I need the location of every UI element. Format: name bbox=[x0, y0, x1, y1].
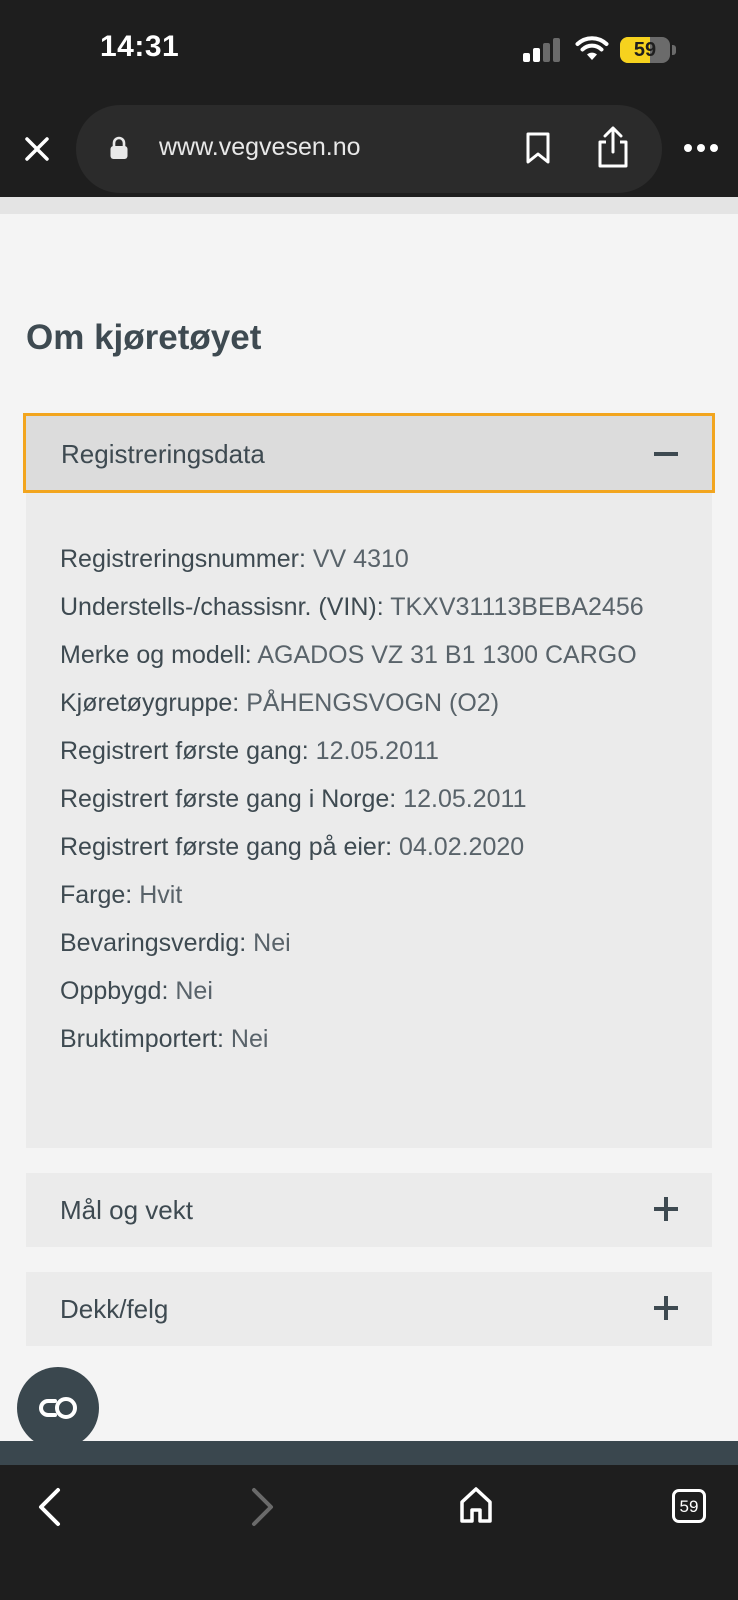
info-row: Understells-/chassisnr. (VIN): TKXV31113… bbox=[60, 593, 644, 622]
row-key: Registrert første gang: bbox=[60, 737, 309, 765]
clock: 14:31 bbox=[100, 30, 180, 63]
back-arrow-icon[interactable] bbox=[34, 1485, 64, 1529]
page-title: Om kjøretøyet bbox=[26, 318, 262, 357]
bookmark-icon[interactable] bbox=[524, 131, 552, 165]
row-key: Bevaringsverdig: bbox=[60, 929, 247, 957]
row-value: PÅHENGSVOGN (O2) bbox=[246, 689, 500, 717]
row-value: Nei bbox=[253, 929, 291, 957]
row-value: AGADOS VZ 31 B1 1300 CARGO bbox=[257, 641, 637, 669]
info-row: Farge: Hvit bbox=[60, 881, 182, 910]
address-bar[interactable]: www.vegvesen.no bbox=[76, 105, 662, 193]
info-row: Registrert første gang: 12.05.2011 bbox=[60, 737, 439, 766]
info-row: Merke og modell: AGADOS VZ 31 B1 1300 CA… bbox=[60, 641, 637, 670]
row-value: TKXV31113BEBA2456 bbox=[390, 593, 644, 621]
row-key: Registrert første gang på eier: bbox=[60, 833, 393, 861]
info-row: Registrert første gang på eier: 04.02.20… bbox=[60, 833, 524, 862]
row-value: 12.05.2011 bbox=[403, 785, 527, 813]
row-key: Merke og modell: bbox=[60, 641, 252, 669]
accordion-label: Dekk/felg bbox=[60, 1294, 169, 1324]
cellular-signal-icon bbox=[523, 38, 561, 62]
info-row: Kjøretøygruppe: PÅHENGSVOGN (O2) bbox=[60, 689, 499, 718]
info-row: Registreringsnummer: VV 4310 bbox=[60, 545, 409, 574]
browser-toolbar: www.vegvesen.no bbox=[0, 100, 738, 197]
row-key: Bruktimportert: bbox=[60, 1025, 224, 1053]
url-text: www.vegvesen.no bbox=[159, 133, 361, 161]
close-icon[interactable] bbox=[18, 130, 56, 168]
battery-level: 59 bbox=[633, 39, 657, 61]
row-value: Hvit bbox=[139, 881, 183, 909]
info-row: Bevaringsverdig: Nei bbox=[60, 929, 291, 958]
accordion-registreringsdata-body: Registreringsnummer: VV 4310 Understells… bbox=[26, 493, 712, 1148]
info-row: Bruktimportert: Nei bbox=[60, 1025, 268, 1054]
share-icon[interactable] bbox=[595, 125, 631, 169]
page-footer-strip bbox=[0, 1441, 738, 1465]
plus-icon bbox=[654, 1197, 678, 1221]
row-value: VV 4310 bbox=[312, 545, 409, 573]
tabs-icon[interactable]: 59 bbox=[672, 1489, 706, 1523]
row-key: Oppbygd: bbox=[60, 977, 169, 1005]
accordion-registreringsdata-header[interactable]: Registreringsdata bbox=[23, 413, 715, 493]
accordion-label: Mål og vekt bbox=[60, 1195, 193, 1225]
row-key: Registrert første gang i Norge: bbox=[60, 785, 397, 813]
more-icon[interactable] bbox=[684, 144, 718, 154]
lock-icon bbox=[110, 136, 128, 159]
battery-tip bbox=[672, 45, 676, 55]
row-key: Kjøretøygruppe: bbox=[60, 689, 240, 717]
accordion-label: Registreringsdata bbox=[61, 439, 265, 469]
status-bar: 14:31 59 bbox=[0, 0, 738, 100]
browser-bottom-nav: 59 bbox=[0, 1465, 738, 1600]
accordion-dekk-felg-header[interactable]: Dekk/felg bbox=[26, 1272, 712, 1346]
page-top-strip bbox=[0, 197, 738, 214]
accordion-maal-og-vekt-header[interactable]: Mål og vekt bbox=[26, 1173, 712, 1247]
info-row: Oppbygd: Nei bbox=[60, 977, 213, 1006]
row-value: 12.05.2011 bbox=[315, 737, 439, 765]
plus-icon bbox=[654, 1296, 678, 1320]
row-value: Nei bbox=[175, 977, 213, 1005]
row-key: Registreringsnummer: bbox=[60, 545, 306, 573]
row-key: Farge: bbox=[60, 881, 133, 909]
battery-icon: 59 bbox=[620, 37, 670, 63]
forward-arrow-icon bbox=[252, 1488, 273, 1526]
row-value: Nei bbox=[230, 1025, 269, 1053]
home-icon[interactable] bbox=[458, 1485, 494, 1525]
row-key: Understells-/chassisnr. (VIN): bbox=[60, 593, 384, 621]
row-value: 04.02.2020 bbox=[399, 833, 525, 861]
cookie-consent-icon bbox=[39, 1397, 77, 1419]
wifi-icon bbox=[575, 36, 609, 60]
info-row: Registrert første gang i Norge: 12.05.20… bbox=[60, 785, 526, 814]
minus-icon bbox=[654, 452, 678, 456]
cookie-consent-button[interactable] bbox=[17, 1367, 99, 1449]
